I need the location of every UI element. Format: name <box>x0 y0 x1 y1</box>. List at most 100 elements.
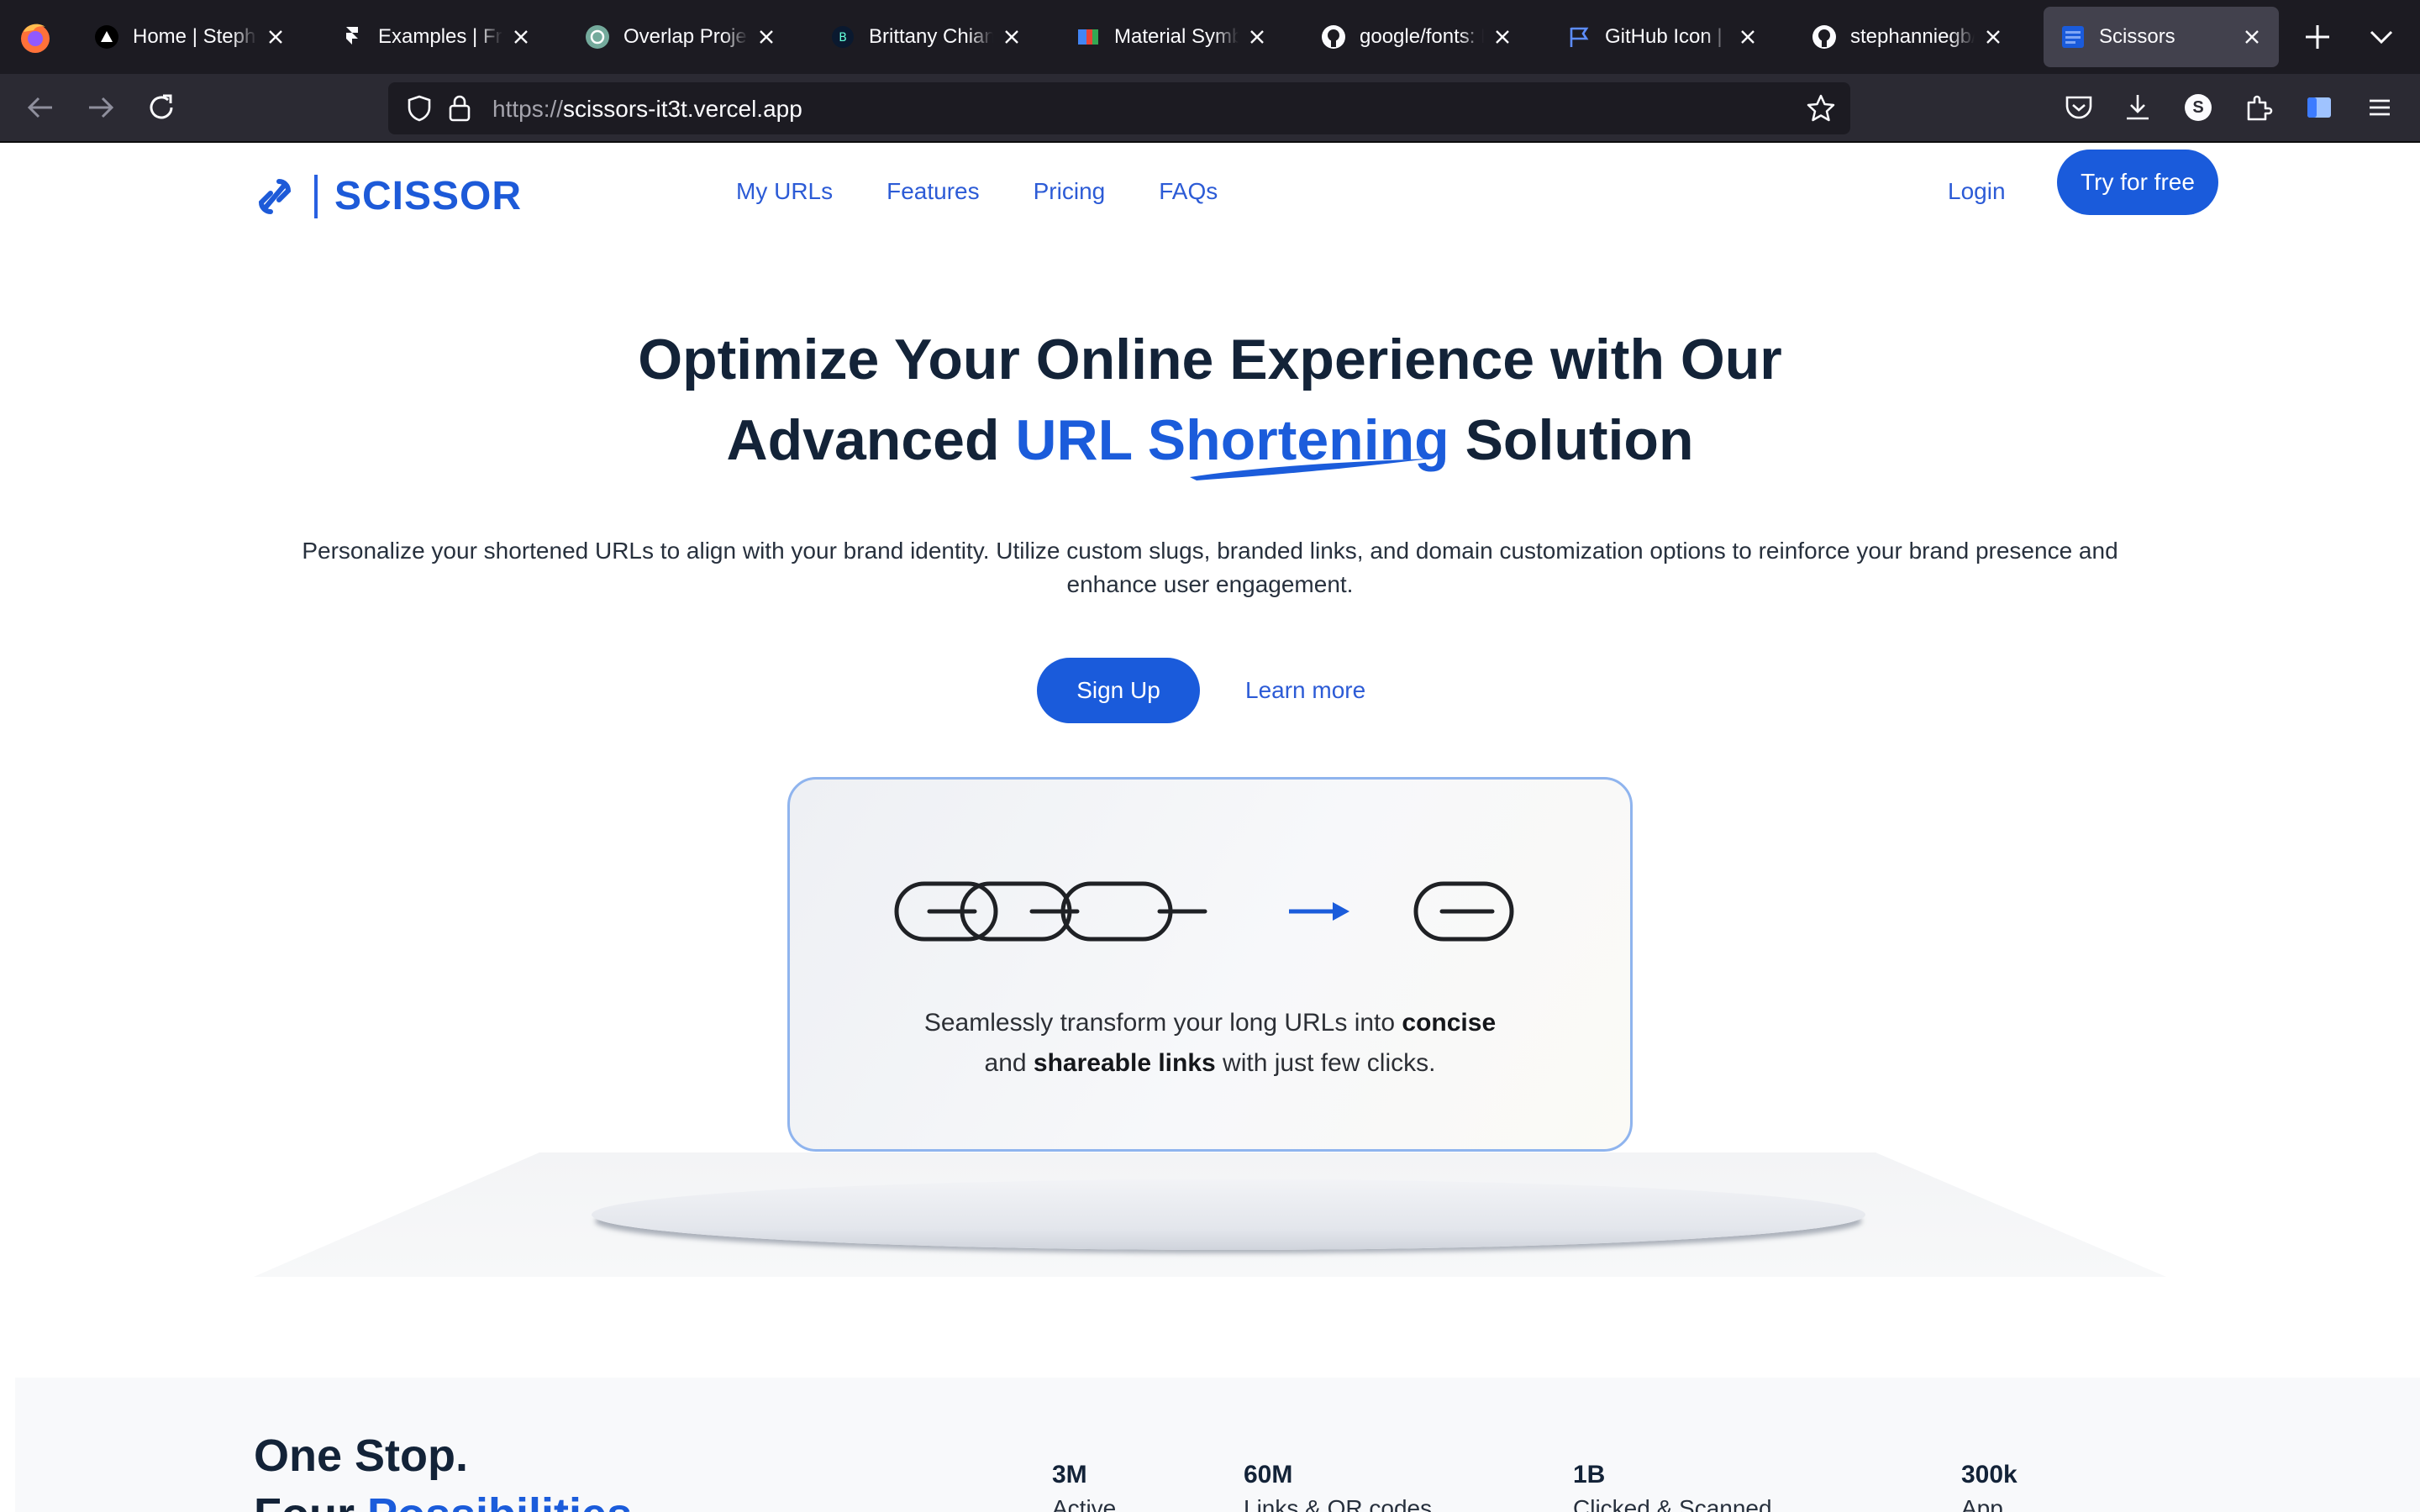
url-text[interactable]: https://scissors-it3t.vercel.app <box>492 96 802 123</box>
reload-icon[interactable] <box>145 91 178 124</box>
flag-icon <box>1566 24 1591 50</box>
stat-value: 3M <box>1052 1461 1087 1488</box>
close-tab-icon[interactable] <box>511 27 531 47</box>
scissors-favicon <box>2060 24 2086 50</box>
login-link[interactable]: Login <box>1948 166 2006 217</box>
brand-name: SCISSOR <box>334 174 523 218</box>
back-arrow-icon[interactable] <box>24 91 57 124</box>
url-host: scissors-it3t.vercel.app <box>563 96 802 122</box>
url-protocol: https:// <box>492 96 564 122</box>
shield-icon[interactable] <box>405 94 434 123</box>
browser-toolbar: https://scissors-it3t.vercel.app S <box>0 74 2420 143</box>
github-icon <box>1812 24 1837 50</box>
framer-icon <box>339 24 365 50</box>
tab-overlap-project[interactable]: Overlap Project Ch <box>568 7 793 67</box>
chevron-down-icon[interactable] <box>2368 25 2395 49</box>
svg-text:B: B <box>839 31 847 45</box>
stat-label: Links & QR codes <box>1244 1495 1433 1512</box>
nav-faqs[interactable]: FAQs <box>1159 166 1218 217</box>
extensions-puzzle-icon[interactable] <box>2242 91 2275 124</box>
stat-value: 300k <box>1961 1461 2018 1488</box>
stat-active: 3M Active <box>1052 1458 1116 1512</box>
chatgpt-icon <box>585 24 610 50</box>
download-icon[interactable] <box>2121 91 2154 124</box>
main-nav: My URLs Features Pricing FAQs <box>736 166 1271 217</box>
tab-title: Home | Stephanie <box>133 25 257 48</box>
firefox-icon[interactable] <box>17 18 54 55</box>
hero-title-line1: Optimize Your Online Experience with Our <box>638 328 1782 391</box>
tab-framer-examples[interactable]: Examples | Framer <box>323 7 548 67</box>
new-tab-plus-icon[interactable] <box>2302 22 2333 52</box>
site-header: SCISSOR My URLs Features Pricing FAQs Lo… <box>0 143 2420 252</box>
hero-title-pre: Advanced <box>726 408 1016 472</box>
tab-github-icon[interactable]: GitHub Icon | Font <box>1549 7 1775 67</box>
tab-title: Brittany Chiang <box>869 25 993 48</box>
tab-home-stephanie[interactable]: Home | Stephanie <box>77 7 302 67</box>
stats-heading-line2: Four Possibilities. <box>254 1483 644 1512</box>
sign-up-button[interactable]: Sign Up <box>1037 658 1200 723</box>
page-viewport: SCISSOR My URLs Features Pricing FAQs Lo… <box>0 143 2420 1512</box>
hero-illustration-card: Seamlessly transform your long URLs into… <box>787 777 1633 1152</box>
close-tab-icon[interactable] <box>756 27 776 47</box>
close-tab-icon[interactable] <box>1492 27 1512 47</box>
tab-google-fonts[interactable]: google/fonts: Font <box>1304 7 1529 67</box>
bookmark-star-icon[interactable] <box>1805 92 1837 124</box>
material-icon <box>1076 24 1101 50</box>
tab-title: google/fonts: Font <box>1360 25 1484 48</box>
forward-arrow-icon[interactable] <box>84 91 118 124</box>
sidebar-extension-icon[interactable] <box>2302 91 2336 124</box>
hero-title-post: Solution <box>1449 408 1694 472</box>
hamburger-menu-icon[interactable] <box>2363 91 2396 124</box>
tab-material-symbols[interactable]: Material Symbols <box>1059 7 1284 67</box>
stat-label: Clicked & Scanned <box>1573 1495 1772 1512</box>
card-bold-shareable: shareable links <box>1033 1049 1216 1077</box>
logo-divider <box>314 174 318 218</box>
tab-stephanniegb-repo[interactable]: stephanniegb/sci <box>1795 7 2020 67</box>
tab-title: stephanniegb/sci <box>1850 25 1975 48</box>
close-tab-icon[interactable] <box>1002 27 1022 47</box>
stat-value: 60M <box>1244 1461 1293 1488</box>
stats-heading-pre: Four <box>254 1489 367 1512</box>
tab-title: GitHub Icon | Font <box>1605 25 1729 48</box>
card-caption: Seamlessly transform your long URLs into… <box>790 1003 1630 1084</box>
nav-features[interactable]: Features <box>886 166 980 217</box>
stage-ellipse <box>592 1179 1865 1250</box>
lock-icon[interactable] <box>447 94 472 123</box>
try-for-free-button[interactable]: Try for free <box>2057 150 2218 215</box>
card-text-3: with just few clicks. <box>1215 1049 1436 1077</box>
tab-scissors[interactable]: Scissors <box>2044 7 2279 67</box>
profile-avatar[interactable]: S <box>2181 91 2215 124</box>
nav-my-urls[interactable]: My URLs <box>736 166 833 217</box>
close-tab-icon[interactable] <box>1738 27 1758 47</box>
stats-heading-highlight: Possibilities. <box>367 1489 644 1512</box>
brush-underline <box>1190 459 1430 480</box>
hero-subtitle: Personalize your shortened URLs to align… <box>302 538 2118 597</box>
stat-app: 300k App <box>1961 1458 2018 1512</box>
tab-title: Scissors <box>2099 25 2175 48</box>
long-to-short-link-icon <box>894 881 1514 942</box>
stat-clicked-scanned: 1B Clicked & Scanned <box>1573 1458 1772 1512</box>
stat-label: App <box>1961 1495 2003 1512</box>
learn-more-link[interactable]: Learn more <box>1245 665 1365 716</box>
browser-tab-bar: Home | Stephanie Examples | Framer Overl… <box>0 0 2420 74</box>
close-tab-icon[interactable] <box>1247 27 1267 47</box>
card-text-1: Seamlessly transform your long URLs into <box>923 1009 1402 1037</box>
tab-title: Overlap Project Ch <box>623 25 748 48</box>
triangle-icon <box>94 24 119 50</box>
stat-value: 1B <box>1573 1461 1606 1488</box>
tab-title: Examples | Framer <box>378 25 502 48</box>
brittany-b-icon: B <box>830 24 855 50</box>
card-text-2: and <box>984 1049 1034 1077</box>
pocket-icon[interactable] <box>2062 91 2096 124</box>
address-bar[interactable]: https://scissors-it3t.vercel.app <box>388 82 1850 134</box>
close-tab-icon[interactable] <box>1983 27 2003 47</box>
tab-brittany-chiang[interactable]: B Brittany Chiang <box>813 7 1039 67</box>
stat-label: Active <box>1052 1495 1117 1512</box>
profile-initial: S <box>2192 97 2204 117</box>
tab-title: Material Symbols <box>1114 25 1239 48</box>
brand-logo[interactable]: SCISSOR <box>254 173 522 219</box>
stats-heading-line1: One Stop. <box>254 1431 468 1481</box>
close-tab-icon[interactable] <box>2242 27 2262 47</box>
close-tab-icon[interactable] <box>266 27 286 47</box>
nav-pricing[interactable]: Pricing <box>1034 166 1106 217</box>
